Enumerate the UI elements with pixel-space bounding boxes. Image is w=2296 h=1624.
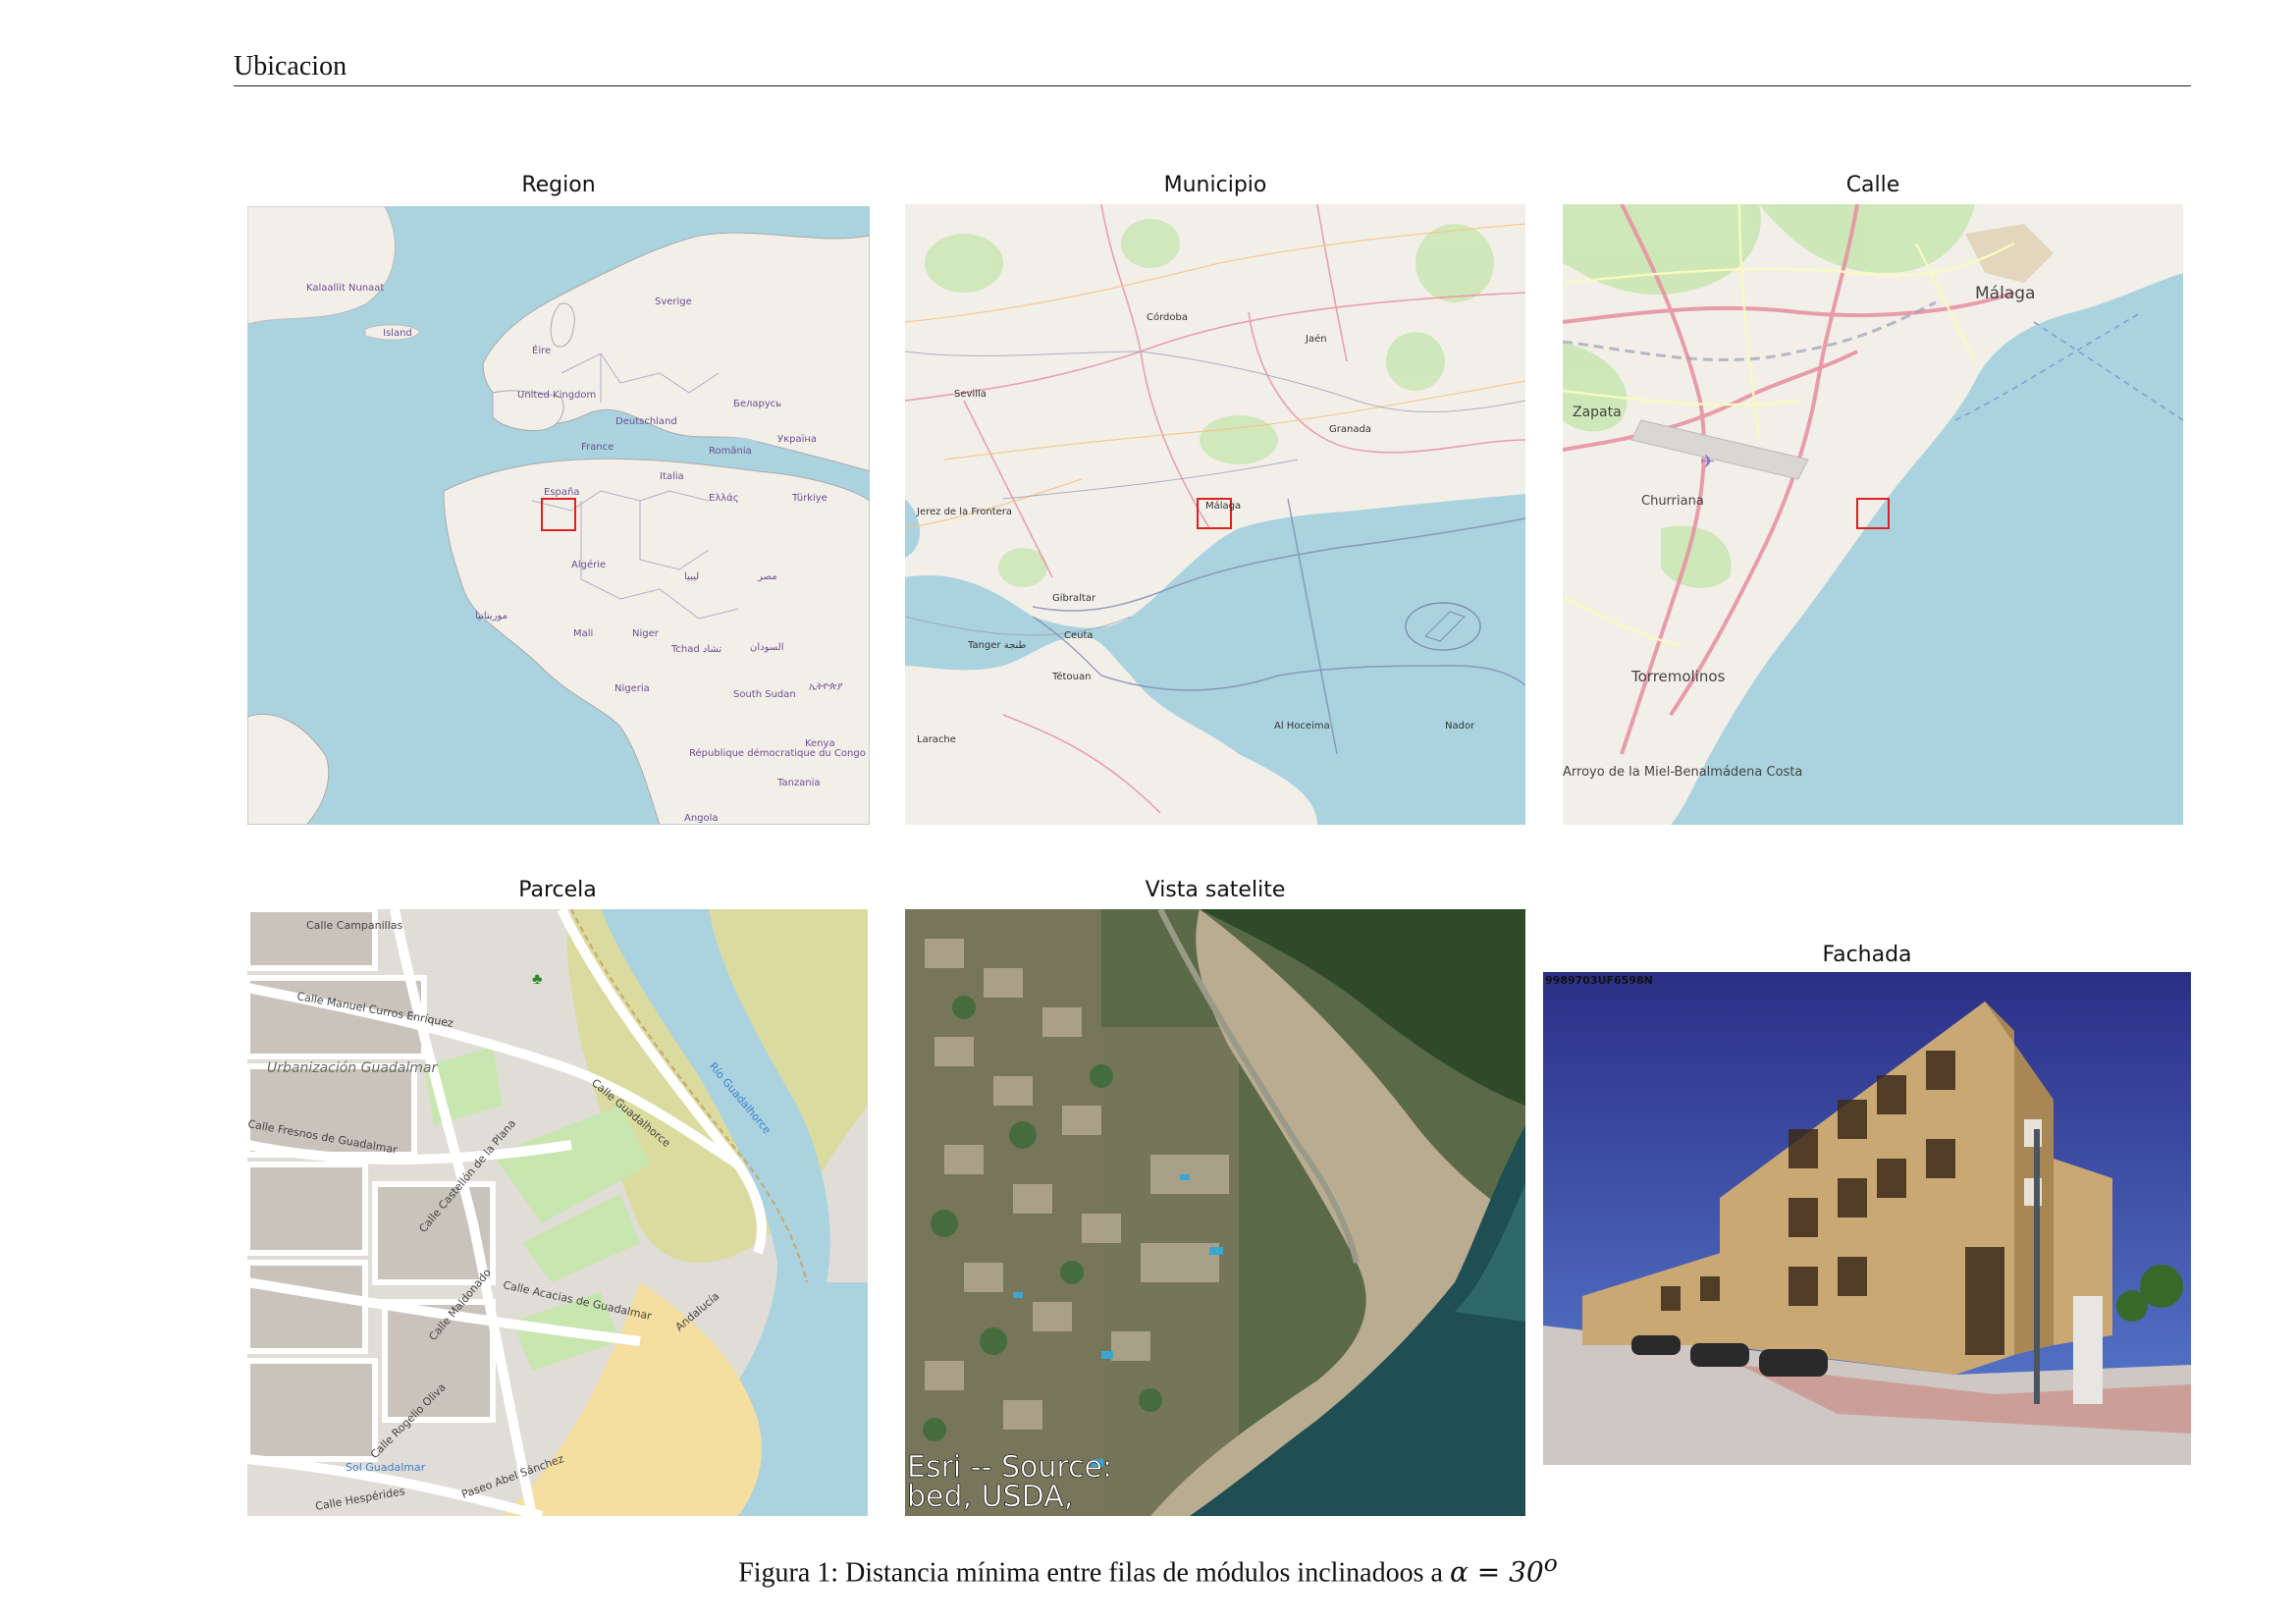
- region-label: United Kingdom: [517, 390, 596, 401]
- region-label: Mali: [573, 628, 593, 639]
- calle-label: Churriana: [1641, 494, 1704, 509]
- municipio-label: Granada: [1329, 424, 1371, 435]
- region-label: République démocratique du Congo: [689, 747, 866, 759]
- municipio-label: Gibraltar: [1052, 593, 1096, 604]
- parcela-label: Urbanización Guadalmar: [267, 1060, 439, 1076]
- caption-math: α = 30: [1449, 1555, 1544, 1589]
- region-label: România: [709, 445, 752, 457]
- region-label: South Sudan: [733, 689, 796, 700]
- figure-caption: Figura 1: Distancia mínima entre filas d…: [0, 1549, 2296, 1589]
- region-label: Беларусь: [733, 399, 781, 409]
- header-title: Ubicacion: [234, 51, 347, 81]
- region-label: Kalaallit Nunaat: [306, 283, 384, 294]
- region-label: Algérie: [571, 559, 606, 570]
- region-label: Italia: [660, 471, 684, 482]
- region-map: Kalaallit Nunaat Island Éire United King…: [247, 206, 870, 825]
- municipio-label: Sevilla: [954, 389, 987, 400]
- fachada-photo: 9989703UF6598N: [1543, 972, 2191, 1465]
- region-label: Deutschland: [615, 416, 677, 427]
- region-label: مصر: [757, 571, 777, 582]
- region-label: Island: [383, 328, 412, 339]
- municipio-label: Jaén: [1305, 333, 1327, 345]
- municipio-map: Sevilla Córdoba Jaén Granada Málaga Gibr…: [905, 204, 1525, 825]
- parcela-label: Calle Campanillas: [306, 919, 403, 932]
- parcela-title: Parcela: [518, 878, 597, 902]
- region-label: موريتانيا: [475, 611, 507, 622]
- cadastral-id: 9989703UF6598N: [1545, 974, 1653, 987]
- region-label: España: [544, 487, 579, 498]
- tree-icon: ♣: [532, 971, 543, 988]
- region-label: Sverige: [655, 297, 692, 307]
- region-label: Tchad تشاد: [670, 644, 721, 655]
- region-label: Kenya: [805, 738, 835, 749]
- region-label: Ελλάς: [709, 492, 739, 504]
- parcela-map: Calle Campanillas Calle Manuel Curros En…: [247, 909, 868, 1516]
- region-label: Türkiye: [791, 493, 828, 504]
- region-label: Tanzania: [776, 778, 821, 788]
- municipio-label: Córdoba: [1147, 311, 1188, 323]
- satelite-image: Esri -- Source: bed, USDA,: [905, 909, 1525, 1516]
- region-label: السودان: [750, 642, 784, 653]
- calle-title: Calle: [1845, 173, 1900, 197]
- municipio-label: Nador: [1445, 721, 1475, 731]
- region-label: France: [581, 442, 614, 453]
- calle-label: Zapata: [1573, 405, 1622, 420]
- region-label: ليبيا: [684, 571, 699, 582]
- region-title: Region: [521, 173, 596, 197]
- municipio-label: Ceuta: [1064, 630, 1094, 641]
- calle-label: Málaga: [1975, 284, 2035, 303]
- esri-attribution-line: bed, USDA,: [907, 1480, 1073, 1514]
- calle-label: Arroyo de la Miel-Benalmádena Costa: [1563, 765, 1802, 780]
- calle-map: ✈ Málaga Zapata Churriana Torremolinos A…: [1563, 204, 2183, 825]
- satelite-title: Vista satelite: [1145, 878, 1286, 902]
- region-label: Angola: [684, 813, 719, 824]
- municipio-title: Municipio: [1163, 173, 1267, 197]
- caption-text: Figura 1: Distancia mínima entre filas d…: [738, 1557, 1443, 1589]
- caption-sup: o: [1543, 1549, 1558, 1577]
- region-label: ኢትዮጵያ: [809, 681, 842, 692]
- municipio-label: Larache: [917, 734, 956, 745]
- municipio-label: Jerez de la Frontera: [916, 507, 1012, 517]
- region-label: Niger: [632, 628, 660, 639]
- municipio-label: Al Hoceima: [1274, 721, 1330, 731]
- municipio-label: Tétouan: [1051, 671, 1091, 682]
- municipio-label: Tanger طنجة: [967, 640, 1027, 651]
- calle-label: Torremolinos: [1630, 668, 1726, 685]
- region-label: Nigeria: [614, 683, 650, 694]
- parcela-label: Sol Guadalmar: [346, 1461, 426, 1474]
- fachada-title: Fachada: [1822, 943, 1912, 967]
- region-label: Україна: [777, 434, 817, 445]
- municipio-label: Málaga: [1205, 500, 1241, 512]
- svg-text:✈: ✈: [1700, 452, 1715, 471]
- page-header: Ubicacion: [234, 51, 2191, 86]
- region-label: Éire: [532, 344, 551, 356]
